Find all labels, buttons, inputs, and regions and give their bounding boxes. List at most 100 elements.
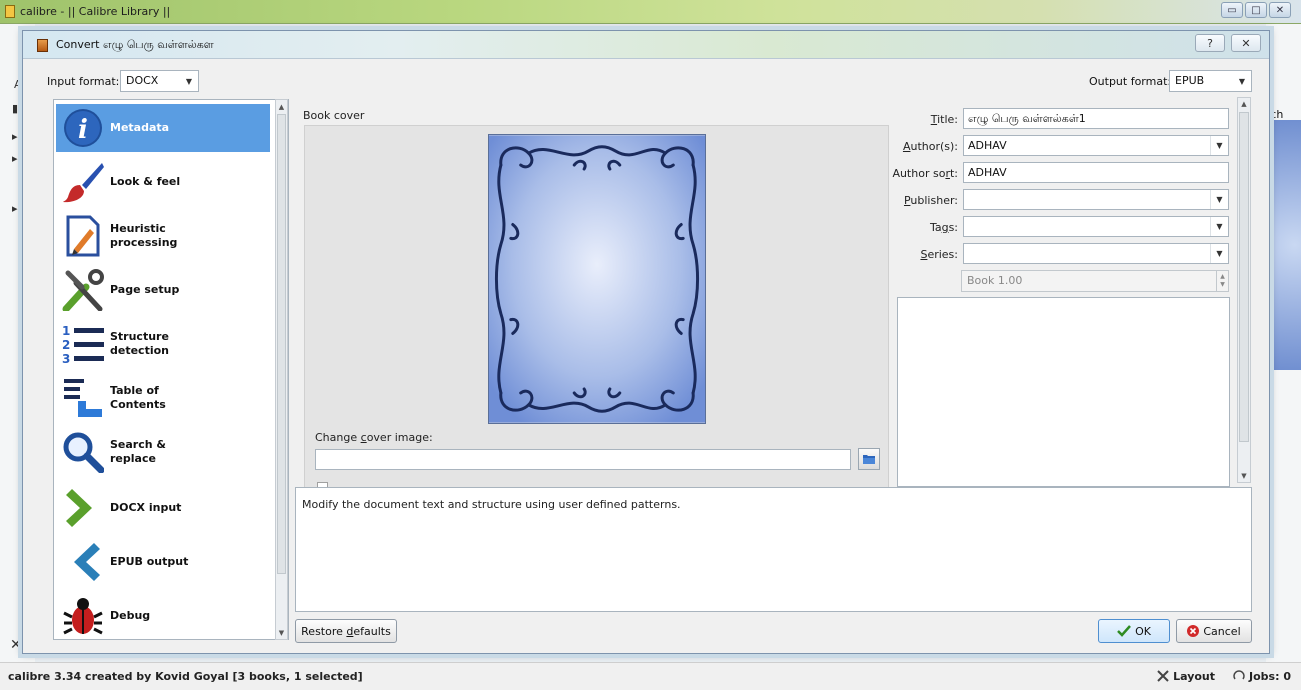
convert-dialog: Convert எழு பெரு வள்ளல்கள ? ✕ Input form…	[22, 30, 1270, 654]
svg-text:i: i	[78, 115, 88, 145]
tags-field[interactable]: ▼	[963, 216, 1229, 237]
ok-button[interactable]: OK	[1098, 619, 1170, 643]
sidebar-item-look-and-feel[interactable]: Look & feel	[56, 158, 270, 206]
comments-editor[interactable]	[897, 297, 1230, 487]
publisher-field[interactable]: ▼	[963, 189, 1229, 210]
folder-icon	[863, 455, 875, 464]
scroll-thumb[interactable]	[1239, 112, 1249, 442]
author-sort-field[interactable]: ADHAV	[963, 162, 1229, 183]
dialog-title: Convert எழு பெரு வள்ளல்கள	[56, 38, 214, 51]
calibre-app-icon	[5, 5, 15, 18]
sidebar-item-label: DOCX input	[110, 501, 182, 514]
tree-expand-icon[interactable]: ▸	[12, 202, 18, 215]
sidebar-item-table-of-contents[interactable]: Table of Contents	[56, 374, 270, 422]
tree-expand-icon[interactable]: ▸	[12, 130, 18, 143]
title-field[interactable]: எழு பெரு வள்ளல்கள்1	[963, 108, 1229, 129]
authors-value: ADHAV	[968, 139, 1007, 152]
jobs-button[interactable]: Jobs: 0	[1233, 670, 1291, 683]
output-format-select[interactable]: EPUB ▼	[1169, 70, 1252, 92]
svg-text:3: 3	[62, 352, 70, 365]
sidebar-item-label: Structure detection	[110, 330, 169, 357]
scroll-down-icon[interactable]: ▼	[1238, 470, 1250, 482]
chevron-down-icon[interactable]: ▼	[1210, 217, 1228, 236]
chevron-down-icon[interactable]: ▼	[1210, 244, 1228, 263]
output-format-value: EPUB	[1175, 74, 1205, 87]
minimize-icon[interactable]: ▭	[1221, 2, 1243, 18]
chevron-down-icon: ▼	[1238, 76, 1246, 86]
help-button[interactable]: ?	[1195, 34, 1225, 52]
sidebar-item-debug[interactable]: Debug	[56, 592, 270, 639]
spin-arrows-icon[interactable]: ▲ ▼	[1216, 271, 1228, 291]
input-format-select[interactable]: DOCX ▼	[120, 70, 199, 92]
sidebar: i Metadata Look & feel Heuristic process…	[53, 99, 289, 640]
title-label: Title:	[930, 113, 958, 126]
series-index-value: Book 1.00	[967, 274, 1023, 287]
checkmark-icon	[1117, 625, 1131, 637]
sidebar-item-label: Page setup	[110, 283, 180, 296]
scroll-thumb[interactable]	[277, 114, 286, 574]
jobs-spinner-icon	[1233, 670, 1245, 680]
sidebar-scrollbar[interactable]: ▲ ▼	[275, 99, 288, 640]
sidebar-item-label: Debug	[110, 609, 151, 622]
close-icon[interactable]: ✕	[1269, 2, 1291, 18]
sidebar-item-epub-output[interactable]: EPUB output	[56, 538, 270, 586]
sidebar-item-page-setup[interactable]: Page setup	[56, 266, 270, 314]
main-titlebar: calibre - || Calibre Library || ▭ □ ✕	[0, 0, 1301, 24]
sidebar-item-docx-input[interactable]: DOCX input	[56, 484, 270, 532]
layout-button[interactable]: Layout	[1157, 670, 1215, 683]
chevron-down-icon[interactable]: ▼	[1210, 136, 1228, 155]
browse-cover-button[interactable]	[858, 448, 880, 470]
dialog-close-button[interactable]: ✕	[1231, 34, 1261, 52]
author-sort-label: Author sort:	[892, 167, 958, 180]
sidebar-item-label: Search & replace	[110, 438, 167, 465]
info-icon: i	[64, 109, 102, 147]
chevron-down-icon: ▼	[185, 76, 193, 86]
input-format-value: DOCX	[126, 74, 159, 87]
list-numbered-icon: 1 2 3	[62, 324, 104, 365]
maximize-icon[interactable]: □	[1245, 2, 1267, 18]
sidebar-item-label: Metadata	[110, 121, 170, 134]
sidebar-item-heuristic[interactable]: Heuristic processing	[56, 212, 270, 260]
sidebar-item-search-replace[interactable]: Search & replace	[56, 428, 270, 476]
sidebar-item-structure-detection[interactable]: 1 2 3 Structure detection	[56, 320, 270, 368]
background-book-cover	[1268, 120, 1301, 370]
change-cover-label: Change cover image:	[315, 431, 433, 444]
layout-icon	[1157, 670, 1169, 682]
status-bar: calibre 3.34 created by Kovid Goyal [3 b…	[0, 662, 1301, 690]
book-cover-image	[488, 134, 706, 424]
bug-icon	[63, 598, 103, 635]
authors-field[interactable]: ADHAV ▼	[963, 135, 1229, 156]
chevron-right-icon	[66, 489, 92, 527]
sidebar-item-label: Look & feel	[110, 175, 181, 188]
sidebar-item-label: Heuristic processing	[110, 222, 178, 249]
tree-expand-icon[interactable]: ▸	[12, 152, 18, 165]
scroll-up-icon[interactable]: ▲	[1238, 98, 1250, 110]
dialog-titlebar: Convert எழு பெரு வள்ளல்கள ? ✕	[23, 31, 1269, 59]
cancel-button[interactable]: Cancel	[1176, 619, 1252, 643]
input-format-label: Input format:	[47, 75, 120, 88]
sidebar-item-metadata[interactable]: i Metadata	[56, 104, 270, 152]
svg-text:2: 2	[62, 338, 70, 352]
chevron-down-icon[interactable]: ▼	[1210, 190, 1228, 209]
library-icon: ▮	[12, 102, 19, 115]
convert-icon	[37, 39, 48, 52]
restore-defaults-label: Restore defaults	[301, 624, 391, 638]
svg-text:1: 1	[62, 324, 70, 338]
main-window-title: calibre - || Calibre Library ||	[20, 5, 171, 18]
scroll-down-icon[interactable]: ▼	[276, 626, 287, 639]
restore-defaults-button[interactable]: Restore defaults	[295, 619, 397, 643]
sidebar-item-label: Table of Contents	[110, 384, 166, 411]
scroll-up-icon[interactable]: ▲	[276, 100, 287, 113]
close-icon: ✕	[1241, 36, 1251, 50]
panel-scrollbar[interactable]: ▲ ▼	[1237, 97, 1251, 483]
cover-path-input[interactable]	[315, 449, 851, 470]
book-cover-label: Book cover	[303, 109, 365, 122]
toc-icon	[64, 379, 102, 417]
magnifier-icon	[63, 432, 104, 473]
tools-icon	[62, 269, 104, 311]
series-field[interactable]: ▼	[963, 243, 1229, 264]
sidebar-item-label: EPUB output	[110, 555, 189, 568]
series-index-spinbox[interactable]: Book 1.00 ▲ ▼	[961, 270, 1229, 292]
cancel-icon	[1187, 625, 1200, 637]
layout-label: Layout	[1173, 670, 1216, 683]
